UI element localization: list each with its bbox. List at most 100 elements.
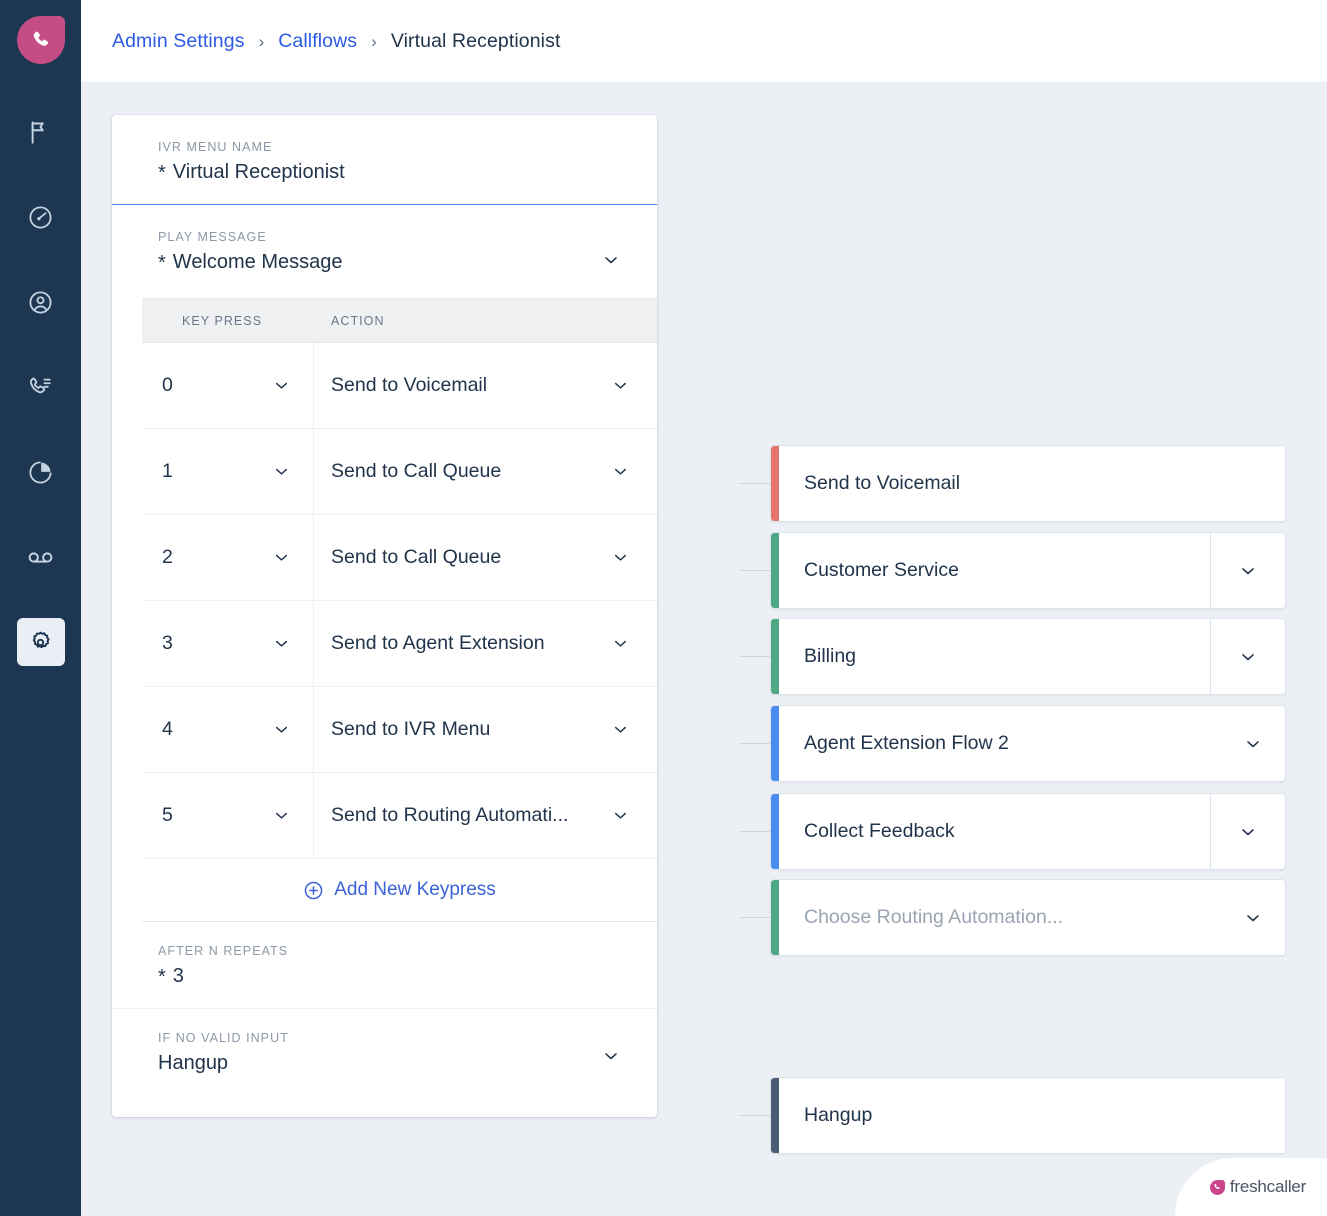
keypress-value: 3 bbox=[162, 632, 173, 655]
gear-icon bbox=[27, 629, 54, 656]
action-value: Send to Call Queue bbox=[331, 546, 511, 569]
chevron-down-icon bbox=[272, 376, 291, 395]
flow-card-dropdown-toggle[interactable] bbox=[1210, 619, 1285, 694]
required-marker: * bbox=[158, 163, 166, 183]
sidebar-item-voicemail[interactable] bbox=[17, 533, 65, 581]
table-row: 5 Send to Routing Automati... bbox=[142, 773, 657, 859]
accent-bar bbox=[771, 619, 779, 694]
breadcrumb-item-admin-settings[interactable]: Admin Settings bbox=[112, 30, 245, 53]
play-message-value[interactable]: Welcome Message bbox=[173, 251, 343, 274]
connector-line bbox=[740, 656, 770, 657]
voicemail-icon bbox=[26, 543, 55, 572]
chevron-down-icon bbox=[601, 250, 621, 270]
chevron-down-icon bbox=[1238, 561, 1258, 581]
if-no-valid-input-field[interactable]: If No Valid Input Hangup bbox=[112, 1009, 657, 1117]
chevron-down-icon bbox=[601, 1046, 621, 1066]
user-circle-icon bbox=[27, 289, 54, 316]
chevron-down-icon bbox=[611, 548, 630, 567]
brand-logo-icon[interactable] bbox=[17, 16, 65, 64]
table-row: 2 Send to Call Queue bbox=[142, 515, 657, 601]
breadcrumb-separator: › bbox=[259, 33, 265, 50]
action-select-4[interactable]: Send to IVR Menu bbox=[314, 687, 657, 772]
freshcaller-wordmark: freshcaller bbox=[1230, 1177, 1306, 1197]
sidebar-item-contacts[interactable] bbox=[17, 278, 65, 326]
accent-bar bbox=[771, 446, 779, 521]
keypress-select-1[interactable]: 1 bbox=[142, 429, 314, 514]
breadcrumb: Admin Settings › Callflows › Virtual Rec… bbox=[112, 30, 560, 53]
app-root: Admin Settings › Callflows › Virtual Rec… bbox=[0, 0, 1327, 1216]
keypress-value: 4 bbox=[162, 718, 173, 741]
accent-bar bbox=[771, 533, 779, 608]
pie-chart-icon bbox=[27, 459, 54, 486]
action-select-1[interactable]: Send to Call Queue bbox=[314, 429, 657, 514]
after-n-repeats-field[interactable]: After N Repeats * 3 bbox=[112, 922, 657, 1009]
phone-list-icon bbox=[27, 374, 54, 401]
connector-line bbox=[740, 1115, 770, 1116]
topbar: Admin Settings › Callflows › Virtual Rec… bbox=[81, 0, 1327, 82]
flow-card-send-to-voicemail[interactable]: Send to Voicemail bbox=[770, 445, 1286, 522]
keypress-value: 1 bbox=[162, 460, 173, 483]
flow-card-label: Customer Service bbox=[804, 559, 959, 582]
keypress-value: 5 bbox=[162, 804, 173, 827]
flow-card-dropdown-toggle[interactable] bbox=[1210, 794, 1285, 869]
flow-card-agent-extension-flow-2[interactable]: Agent Extension Flow 2 bbox=[770, 705, 1286, 782]
breadcrumb-item-callflows[interactable]: Callflows bbox=[278, 30, 357, 53]
after-n-repeats-input[interactable]: 3 bbox=[173, 965, 184, 988]
flow-cards-area: Send to Voicemail Customer Service bbox=[685, 82, 1245, 1216]
connector-line bbox=[740, 917, 770, 918]
keypress-select-0[interactable]: 0 bbox=[142, 343, 314, 428]
sidebar-item-admin-settings[interactable] bbox=[17, 618, 65, 666]
flow-card-billing[interactable]: Billing bbox=[770, 618, 1286, 695]
action-value: Send to Call Queue bbox=[331, 460, 511, 483]
flow-card-label: Agent Extension Flow 2 bbox=[804, 732, 1009, 755]
breadcrumb-separator: › bbox=[371, 33, 377, 50]
keypress-select-3[interactable]: 3 bbox=[142, 601, 314, 686]
ivr-menu-name-input[interactable]: Virtual Receptionist bbox=[173, 161, 345, 184]
keypress-value: 0 bbox=[162, 374, 173, 397]
chevron-down-icon bbox=[611, 462, 630, 481]
sidebar-nav bbox=[17, 108, 65, 703]
ivr-menu-name-field[interactable]: IVR Menu Name * Virtual Receptionist bbox=[112, 115, 657, 205]
action-select-3[interactable]: Send to Agent Extension bbox=[314, 601, 657, 686]
flow-card-customer-service[interactable]: Customer Service bbox=[770, 532, 1286, 609]
chevron-down-icon[interactable] bbox=[1243, 734, 1263, 754]
flow-card-dropdown-toggle[interactable] bbox=[1210, 533, 1285, 608]
action-select-2[interactable]: Send to Call Queue bbox=[314, 515, 657, 600]
add-new-keypress-button[interactable]: Add New Keypress bbox=[142, 859, 657, 922]
ivr-menu-name-label: IVR Menu Name bbox=[158, 140, 631, 154]
action-select-5[interactable]: Send to Routing Automati... bbox=[314, 773, 657, 858]
action-value: Send to Routing Automati... bbox=[331, 804, 578, 827]
flow-card-label: Collect Feedback bbox=[804, 820, 955, 843]
play-message-dropdown-toggle[interactable] bbox=[601, 250, 621, 270]
chevron-down-icon bbox=[272, 806, 291, 825]
sidebar-item-call-logs[interactable] bbox=[17, 363, 65, 411]
if-no-valid-input-value[interactable]: Hangup bbox=[158, 1052, 228, 1075]
required-marker: * bbox=[158, 253, 166, 273]
sidebar-item-analytics[interactable] bbox=[17, 448, 65, 496]
play-message-label: Play Message bbox=[158, 230, 631, 244]
sidebar-item-flag[interactable] bbox=[17, 108, 65, 156]
column-header-action: Action bbox=[314, 314, 385, 328]
sidebar-item-dashboard[interactable] bbox=[17, 193, 65, 241]
if-no-valid-input-dropdown-toggle[interactable] bbox=[601, 1046, 621, 1066]
keypress-table-header: Key Press Action bbox=[142, 298, 657, 343]
keypress-select-2[interactable]: 2 bbox=[142, 515, 314, 600]
keypress-value: 2 bbox=[162, 546, 173, 569]
flow-card-choose-routing-automation[interactable]: Choose Routing Automation... bbox=[770, 879, 1286, 956]
flow-card-collect-feedback[interactable]: Collect Feedback bbox=[770, 793, 1286, 870]
action-select-0[interactable]: Send to Voicemail bbox=[314, 343, 657, 428]
flag-icon bbox=[27, 119, 54, 146]
keypress-select-4[interactable]: 4 bbox=[142, 687, 314, 772]
play-message-field[interactable]: Play Message * Welcome Message bbox=[112, 205, 657, 298]
chevron-down-icon bbox=[611, 634, 630, 653]
table-row: 0 Send to Voicemail bbox=[142, 343, 657, 429]
required-marker: * bbox=[158, 967, 166, 987]
accent-bar bbox=[771, 1078, 779, 1153]
action-value: Send to Agent Extension bbox=[331, 632, 555, 655]
chevron-down-icon bbox=[611, 720, 630, 739]
chevron-down-icon[interactable] bbox=[1243, 908, 1263, 928]
keypress-select-5[interactable]: 5 bbox=[142, 773, 314, 858]
flow-card-hangup[interactable]: Hangup bbox=[770, 1077, 1286, 1154]
connector-line bbox=[740, 743, 770, 744]
chevron-down-icon bbox=[611, 806, 630, 825]
